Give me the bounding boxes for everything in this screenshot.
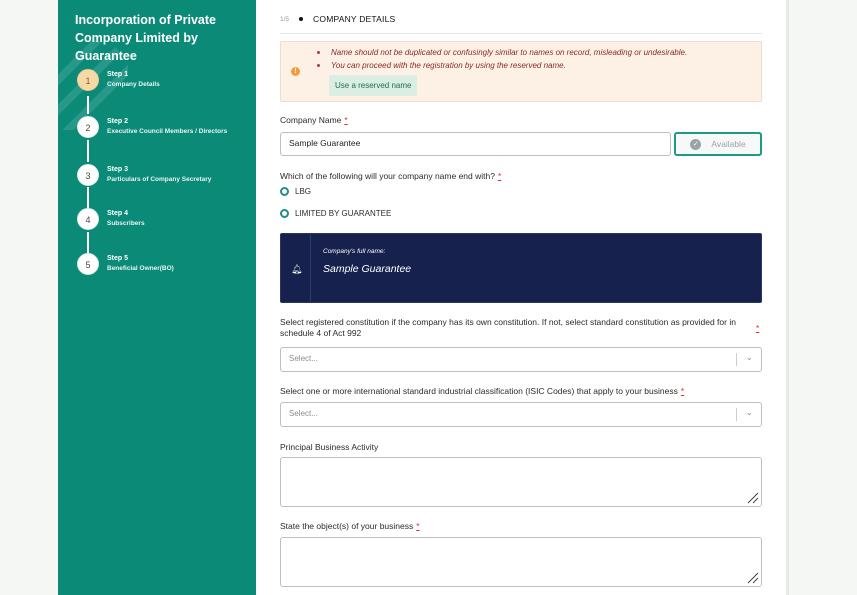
full-name-caption: Company's full name: [323,248,386,255]
step-number: 1 [77,69,99,91]
label-text: Company Name [280,115,342,125]
step-description: Particulars of Company Secretary [107,176,212,183]
required-marker: * [416,521,420,531]
sidebar: Incorporation of Private Company Limited… [58,0,256,595]
radio-lbg[interactable]: LBG [280,187,311,196]
objects-label: State the object(s) of your business * [280,521,420,532]
company-full-name-box: 🔔︎ Company's full name: Sample Guarantee [280,233,762,303]
company-name-label: Company Name * [280,115,348,126]
step-label: Step 2 [107,118,129,125]
required-marker: * [756,323,760,333]
label-text: State the object(s) of your business [280,521,414,531]
objects-textarea[interactable] [280,537,762,587]
section-title: COMPANY DETAILS [313,14,396,24]
step-label: Step 1 [107,71,129,78]
step-label: Step 3 [107,166,129,173]
required-marker: * [344,115,348,125]
availability-button[interactable]: ✓ Available [674,132,762,156]
required-marker: * [497,171,502,181]
full-name-value: Sample Guarantee [323,263,412,275]
step-label: Step 5 [107,255,129,262]
availability-label: Available [711,139,746,149]
isic-label: Select one or more international standar… [280,386,684,397]
bullet-icon [299,17,304,21]
resize-grip-icon[interactable] [747,492,759,504]
select-placeholder: Select... [289,409,318,418]
radio-limited-by-guarantee[interactable]: LIMITED BY GUARANTEE [280,209,391,218]
alert-list: Name should not be duplicated or confusi… [316,46,688,72]
exclamation-icon: ! [291,67,300,76]
step-description: Executive Council Members / Directors [107,128,228,135]
step-number: 5 [77,253,99,275]
step-item-subscribers[interactable]: 4 Step 4 Subscribers [77,208,252,236]
company-name-input[interactable]: Sample Guarantee [280,132,671,156]
select-separator [736,408,737,421]
main-form: 1/5 COMPANY DETAILS ! Name should not be… [256,0,786,595]
label-text: Select registered constitution if the co… [280,317,736,338]
icon-column: 🔔︎ [281,234,311,302]
step-connector [87,96,89,114]
radio-circle[interactable] [280,209,289,218]
step-description: Beneficial Owner(BO) [107,265,174,272]
select-separator [736,353,737,366]
isic-select[interactable]: Select... ⌄ [280,402,762,427]
radio-label: LIMITED BY GUARANTEE [295,209,392,218]
step-item-beneficial-owner[interactable]: 5 Step 5 Beneficial Owner(BO) [77,253,252,281]
sidebar-title: Incorporation of Private Company Limited… [75,13,216,63]
chevron-down-icon[interactable]: ⌄ [745,352,753,363]
step-description: Company Details [107,81,160,88]
select-placeholder: Select... [289,354,318,363]
constitution-label: Select registered constitution if the co… [280,317,750,339]
label-text: Select one or more international standar… [280,386,678,396]
radio-label: LBG [295,187,312,196]
principal-activity-textarea[interactable] [280,457,762,507]
constitution-select[interactable]: Select... ⌄ [280,347,762,372]
step-item-secretary[interactable]: 3 Step 3 Particulars of Company Secretar… [77,164,252,192]
chevron-down-icon[interactable]: ⌄ [745,407,753,418]
name-warning-alert: ! Name should not be duplicated or confu… [280,41,762,102]
divider [280,33,762,34]
principal-activity-label: Principal Business Activity [280,442,379,452]
step-description: Subscribers [107,220,145,227]
alert-item: You can proceed with the registration by… [316,59,687,72]
check-circle-icon: ✓ [690,138,702,150]
step-number: 4 [77,208,99,230]
section-header: 1/5 COMPANY DETAILS [280,12,395,26]
name-ending-question: Which of the following will your company… [280,171,501,182]
resize-grip-icon[interactable] [747,572,759,584]
label-text: Which of the following will your company… [280,171,495,181]
required-marker: * [680,386,685,396]
step-item-directors[interactable]: 2 Step 2 Executive Council Members / Dir… [77,116,252,144]
use-reserved-name-button[interactable]: Use a reserved name [329,75,418,96]
step-number: 3 [77,164,99,186]
step-number: 2 [77,116,99,138]
alert-item: Name should not be duplicated or confusi… [316,48,688,57]
step-counter: 1/5 [280,15,290,23]
step-label: Step 4 [107,210,129,217]
bell-icon: 🔔︎ [291,264,303,274]
radio-circle[interactable] [280,187,289,196]
step-item-company-details[interactable]: 1 Step 1 Company Details [77,69,252,97]
page-edge [786,0,789,595]
